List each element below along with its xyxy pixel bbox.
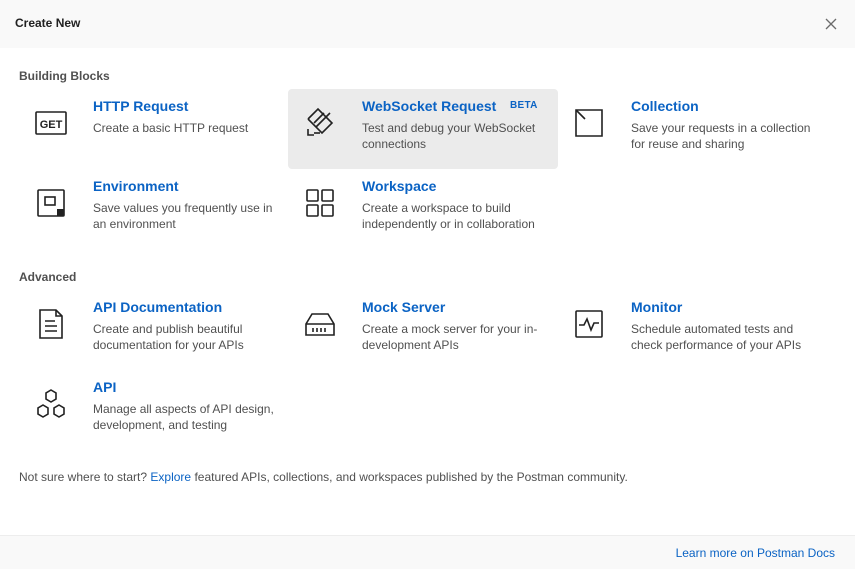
create-http-request-card[interactable]: GET HTTP Request Create a basic HTTP req… xyxy=(19,89,289,169)
pulse-icon xyxy=(573,308,605,340)
hexagons-icon xyxy=(35,388,67,420)
close-icon xyxy=(825,18,837,30)
dialog-footer: Learn more on Postman Docs xyxy=(0,535,855,569)
explore-note-prefix: Not sure where to start? xyxy=(19,470,148,484)
explore-note: Not sure where to start? Explore feature… xyxy=(19,470,628,484)
card-title: HTTP Request xyxy=(93,98,189,114)
card-title: Workspace xyxy=(362,178,437,194)
card-description: Manage all aspects of API design, develo… xyxy=(93,402,274,432)
explore-link[interactable]: Explore xyxy=(150,470,191,484)
create-workspace-card[interactable]: Workspace Create a workspace to build in… xyxy=(288,169,558,249)
grid-icon xyxy=(304,187,336,219)
create-environment-card[interactable]: Environment Save values you frequently u… xyxy=(19,169,289,249)
card-description: Test and debug your WebSocket connection… xyxy=(362,121,536,151)
create-collection-card[interactable]: Collection Save your requests in a colle… xyxy=(557,89,827,169)
card-description: Create a workspace to build independentl… xyxy=(362,201,535,231)
create-mock-server-card[interactable]: Mock Server Create a mock server for you… xyxy=(288,290,558,370)
create-api-card[interactable]: API Manage all aspects of API design, de… xyxy=(19,370,289,450)
card-title: API xyxy=(93,379,117,395)
dialog-header: Create New xyxy=(0,0,855,48)
card-title: Collection xyxy=(631,98,699,114)
document-icon xyxy=(35,308,67,340)
beta-badge: BETA xyxy=(510,100,538,111)
card-description: Schedule automated tests and check perfo… xyxy=(631,322,802,352)
collection-icon xyxy=(573,107,605,139)
card-description: Save values you frequently use in an env… xyxy=(93,201,273,231)
card-description: Create a basic HTTP request xyxy=(93,121,249,135)
card-title: Mock Server xyxy=(362,299,446,315)
postman-docs-link[interactable]: Learn more on Postman Docs xyxy=(676,546,835,560)
card-title: WebSocket Request xyxy=(362,98,497,114)
card-title: API Documentation xyxy=(93,299,223,315)
section-advanced: Advanced xyxy=(19,270,77,284)
explore-note-suffix: featured APIs, collections, and workspac… xyxy=(194,470,628,484)
server-icon xyxy=(304,308,336,340)
create-monitor-card[interactable]: Monitor Schedule automated tests and che… xyxy=(557,290,827,370)
section-building-blocks: Building Blocks xyxy=(19,69,110,83)
create-websocket-request-card[interactable]: WebSocket Request BETA Test and debug yo… xyxy=(288,89,558,169)
svg-text:GET: GET xyxy=(40,119,63,131)
websocket-icon xyxy=(304,107,336,139)
create-api-documentation-card[interactable]: API Documentation Create and publish bea… xyxy=(19,290,289,370)
card-title: Environment xyxy=(93,178,179,194)
close-button[interactable] xyxy=(822,15,840,33)
card-title: Monitor xyxy=(631,299,683,315)
card-description: Create and publish beautiful documentati… xyxy=(93,322,244,352)
environment-icon xyxy=(35,187,67,219)
card-description: Save your requests in a collection for r… xyxy=(631,121,811,151)
dialog-title: Create New xyxy=(15,16,81,30)
card-description: Create a mock server for your in-develop… xyxy=(362,322,538,352)
get-icon: GET xyxy=(35,107,67,139)
